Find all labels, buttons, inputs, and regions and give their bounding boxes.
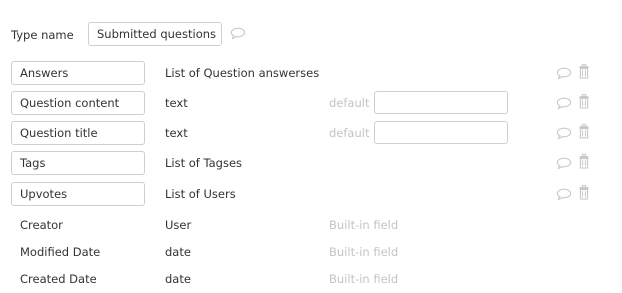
comment-icon[interactable]	[556, 67, 572, 80]
field-type: text	[165, 126, 188, 140]
field-type: List of Tagses	[165, 156, 243, 170]
default-label: default	[329, 126, 370, 140]
field-name-input[interactable]: Question content	[11, 91, 145, 115]
default-value-input[interactable]	[374, 121, 508, 144]
default-label: default	[329, 96, 370, 110]
field-row-upvotes: Upvotes List of Users	[0, 182, 622, 208]
field-type: List of Question answerses	[165, 66, 320, 80]
trash-icon[interactable]	[578, 185, 590, 200]
data-type-editor: Type name Submitted questions Answers Li…	[0, 0, 622, 293]
comment-icon[interactable]	[556, 188, 572, 201]
field-name-input[interactable]: Upvotes	[11, 182, 145, 206]
field-name: Created Date	[20, 272, 97, 286]
field-row-answers: Answers List of Question answerses	[0, 61, 622, 87]
field-type: text	[165, 96, 188, 110]
trash-icon[interactable]	[578, 94, 590, 109]
type-name-label: Type name	[11, 28, 74, 42]
comment-icon[interactable]	[556, 157, 572, 170]
field-type: date	[165, 272, 191, 286]
builtin-row-modified-date: Modified Date date Built-in field	[0, 240, 622, 266]
type-name-input[interactable]: Submitted questions	[88, 22, 222, 46]
default-value-input[interactable]	[374, 91, 508, 114]
field-name-input[interactable]: Question title	[11, 121, 145, 145]
builtin-field-note: Built-in field	[329, 245, 399, 259]
trash-icon[interactable]	[578, 64, 590, 79]
field-name: Creator	[20, 218, 63, 232]
field-row-tags: Tags List of Tagses	[0, 151, 622, 177]
field-name-input[interactable]: Answers	[11, 61, 145, 85]
trash-icon[interactable]	[578, 124, 590, 139]
field-row-question-title: Question title text default	[0, 121, 622, 147]
builtin-row-creator: Creator User Built-in field	[0, 213, 622, 239]
builtin-field-note: Built-in field	[329, 218, 399, 232]
field-name: Modified Date	[20, 245, 101, 259]
field-name-input[interactable]: Tags	[11, 151, 145, 175]
comment-icon[interactable]	[556, 127, 572, 140]
comment-icon[interactable]	[556, 97, 572, 110]
field-type: date	[165, 245, 191, 259]
builtin-field-note: Built-in field	[329, 272, 399, 286]
field-row-question-content: Question content text default	[0, 91, 622, 117]
trash-icon[interactable]	[578, 154, 590, 169]
field-type: List of Users	[165, 187, 236, 201]
builtin-row-created-date: Created Date date Built-in field	[0, 267, 622, 293]
field-type: User	[165, 218, 192, 232]
comment-icon[interactable]	[230, 27, 246, 40]
